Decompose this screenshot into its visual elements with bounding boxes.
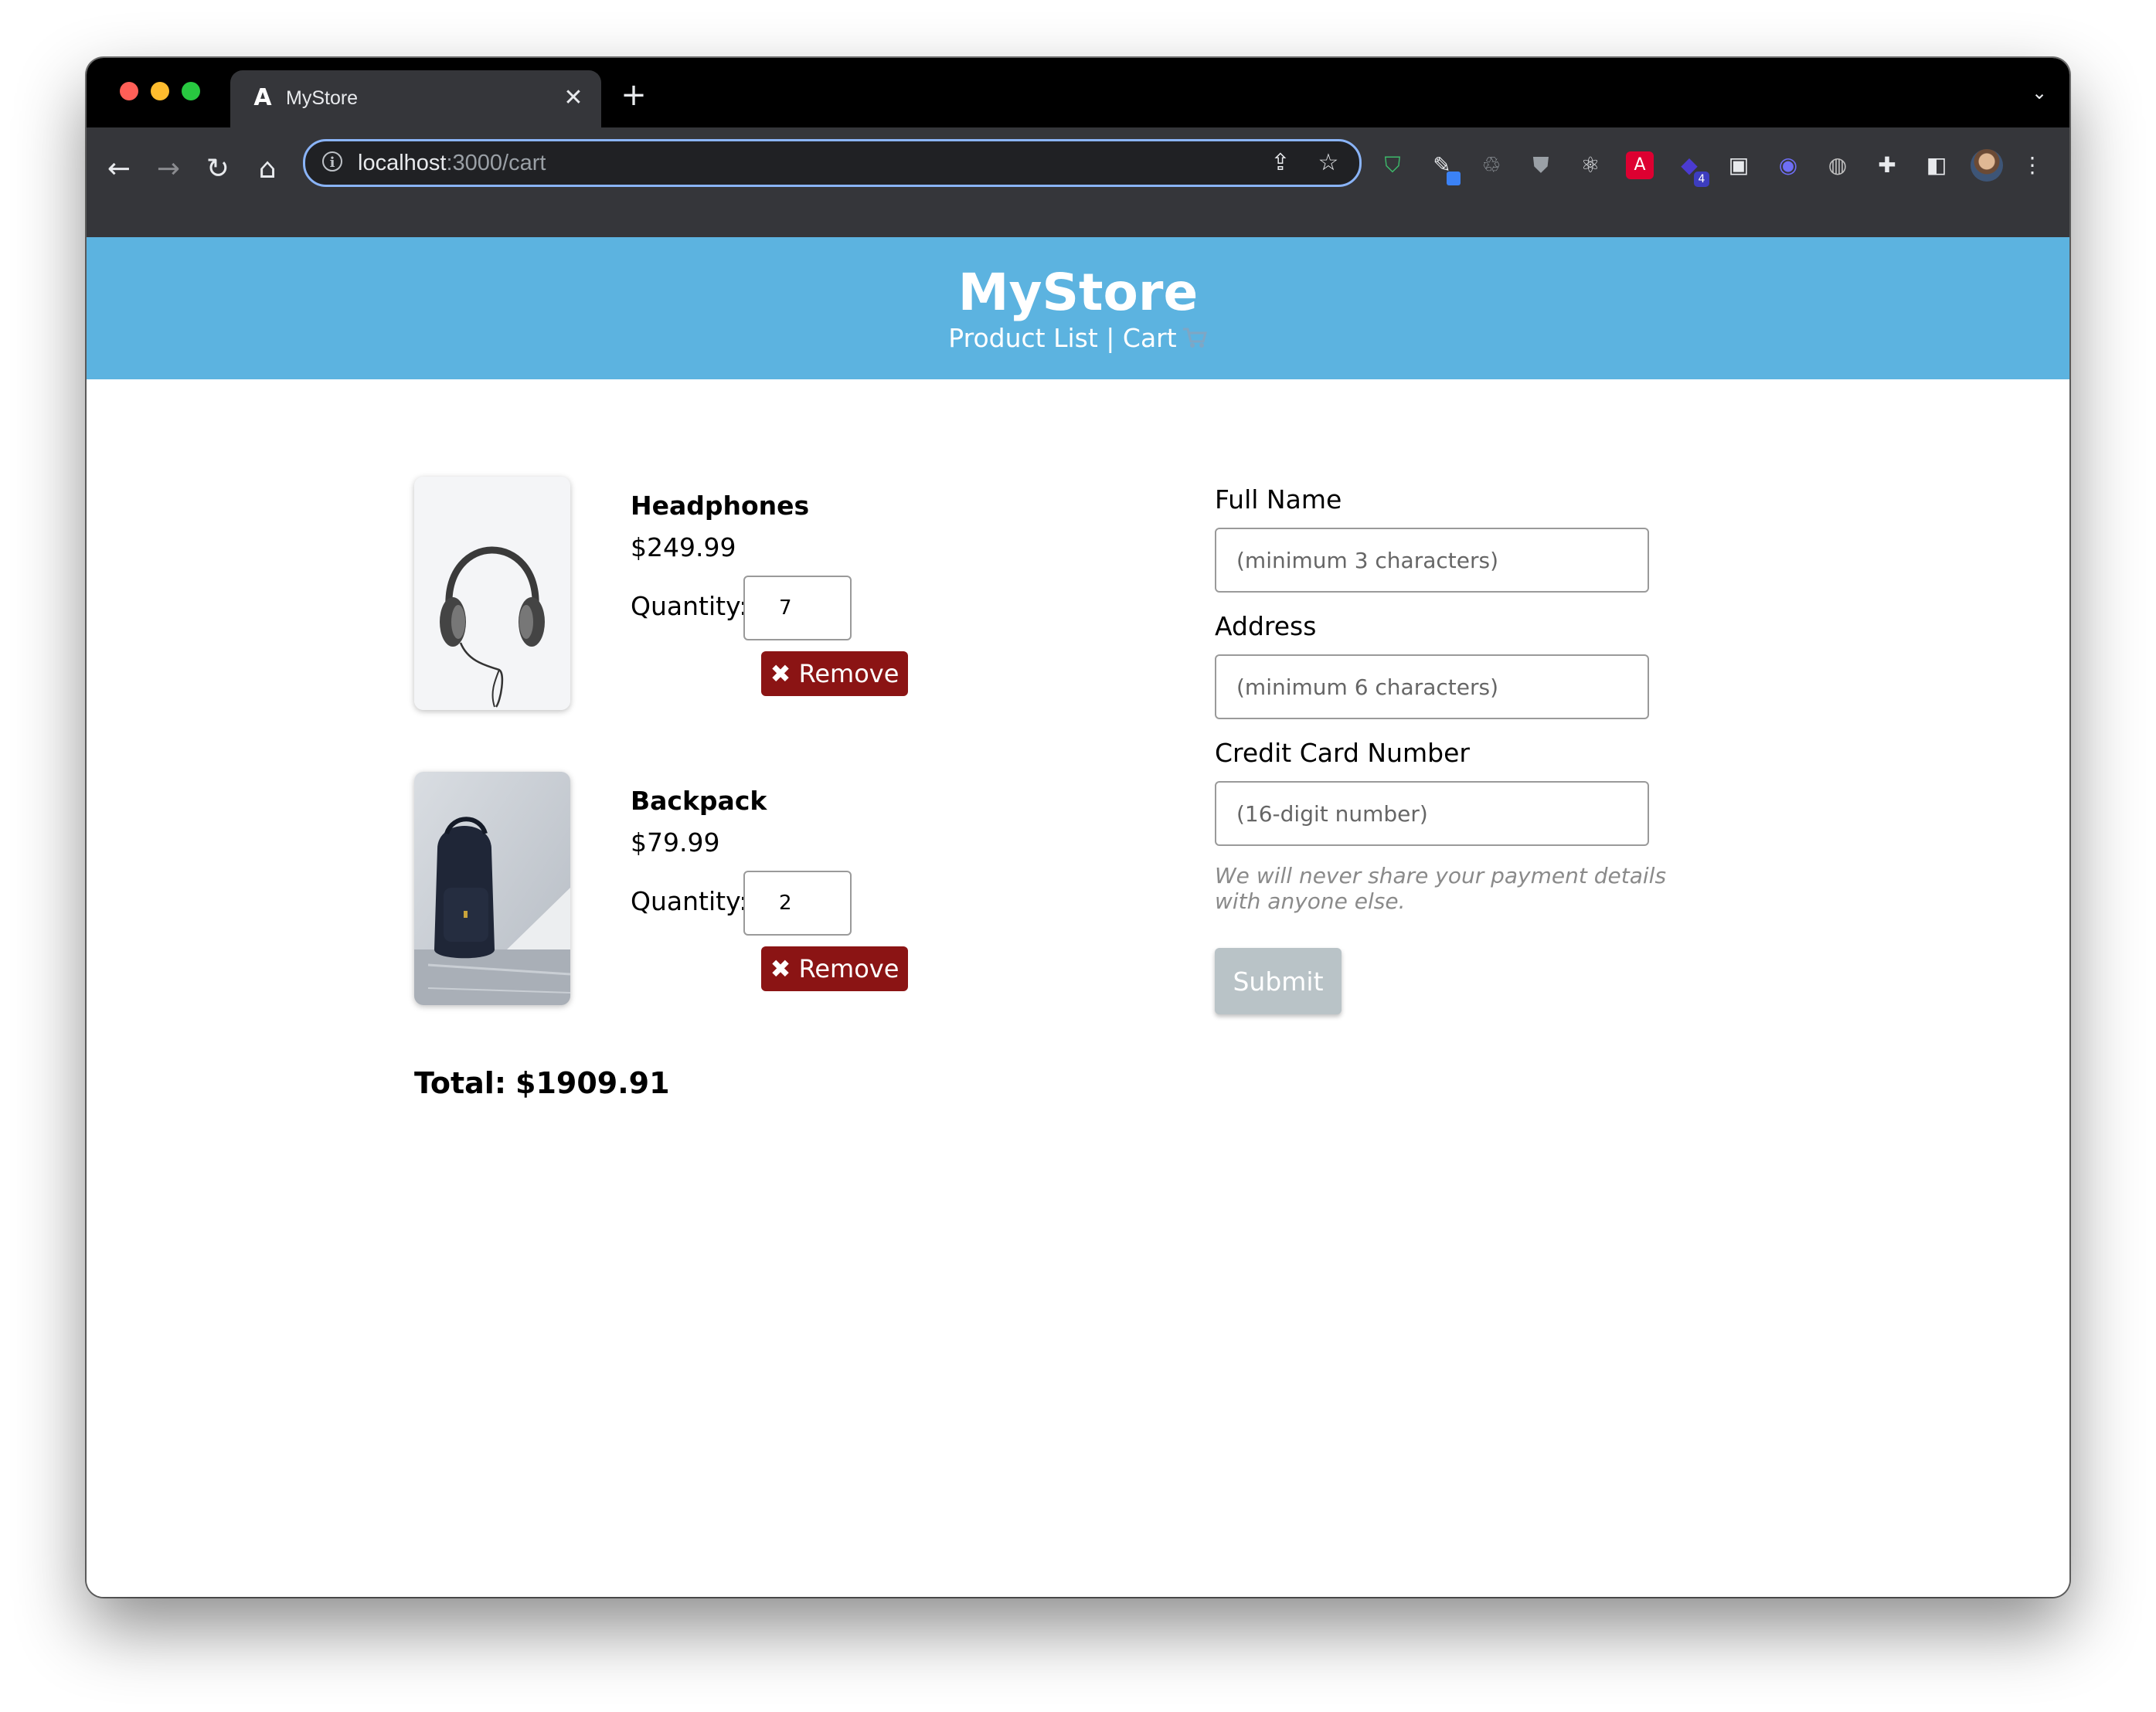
menu-kebab-icon[interactable]: ⋮ bbox=[2018, 151, 2046, 179]
side-panel-icon[interactable]: ◧ bbox=[1923, 151, 1950, 179]
address-input[interactable] bbox=[1215, 654, 1649, 719]
remove-button[interactable]: ✖ Remove bbox=[761, 651, 908, 696]
product-price: $249.99 bbox=[631, 532, 736, 562]
share-icon[interactable]: ⇪ bbox=[1267, 149, 1294, 177]
quantity-input[interactable] bbox=[743, 576, 852, 640]
forward-icon[interactable]: → bbox=[153, 154, 184, 185]
stack-extension-icon[interactable]: ◆ 4 bbox=[1675, 151, 1709, 187]
backpack-image bbox=[414, 772, 570, 1005]
credit-card-input[interactable] bbox=[1215, 781, 1649, 846]
nav-separator: | bbox=[1106, 323, 1115, 353]
total-label: Total: bbox=[414, 1066, 507, 1100]
product-price: $79.99 bbox=[631, 827, 720, 858]
home-icon[interactable]: ⌂ bbox=[252, 154, 283, 185]
remove-button[interactable]: ✖ Remove bbox=[761, 946, 908, 991]
recycle-extension-icon[interactable]: ♲ bbox=[1478, 151, 1505, 179]
profile-avatar[interactable] bbox=[1971, 149, 2003, 182]
quantity-input[interactable] bbox=[743, 871, 852, 936]
bookmark-star-icon[interactable]: ☆ bbox=[1314, 149, 1342, 177]
full-name-label: Full Name bbox=[1215, 484, 1342, 515]
minimize-window-button[interactable] bbox=[151, 82, 169, 100]
remove-label: Remove bbox=[798, 954, 899, 983]
address-label: Address bbox=[1215, 611, 1317, 641]
nav-cart-label: Cart bbox=[1122, 323, 1177, 353]
quantity-label: Quantity: bbox=[631, 886, 748, 916]
tab-mystore[interactable]: A MyStore ✕ bbox=[230, 70, 601, 127]
page-content: MyStore Product List | Cart Headphones $… bbox=[87, 237, 2069, 1597]
color-picker-extension-icon[interactable]: ✎ bbox=[1428, 151, 1461, 185]
quantity-label: Quantity: bbox=[631, 591, 748, 621]
store-nav: Product List | Cart bbox=[87, 322, 2069, 355]
site-info-icon[interactable]: i bbox=[322, 151, 342, 172]
product-name: Backpack bbox=[631, 786, 767, 816]
cart-total: Total: $1909.91 bbox=[414, 1065, 670, 1101]
zoom-window-button[interactable] bbox=[182, 82, 200, 100]
full-name-input[interactable] bbox=[1215, 528, 1649, 593]
extensions-puzzle-icon[interactable]: ✚ bbox=[1873, 151, 1901, 179]
total-value: $1909.91 bbox=[515, 1066, 670, 1100]
new-tab-button[interactable]: + bbox=[618, 80, 649, 110]
shield-extension-icon[interactable]: ⛉ bbox=[1379, 151, 1406, 179]
address-url[interactable]: localhost:3000/cart bbox=[358, 149, 546, 177]
react-devtools-icon[interactable]: ⚛ bbox=[1576, 151, 1604, 179]
remove-label: Remove bbox=[798, 659, 899, 688]
angular-devtools-icon[interactable]: A bbox=[1626, 151, 1654, 179]
window-extension-icon[interactable]: ▣ bbox=[1725, 151, 1753, 179]
nav-cart-link[interactable]: Cart bbox=[1123, 323, 1208, 353]
nav-product-list-link[interactable]: Product List bbox=[948, 323, 1097, 353]
shopping-cart-icon bbox=[1182, 328, 1207, 348]
back-icon[interactable]: ← bbox=[104, 154, 134, 185]
close-window-button[interactable] bbox=[120, 82, 138, 100]
product-name: Headphones bbox=[631, 491, 810, 521]
remove-x-icon: ✖ bbox=[770, 954, 791, 983]
badge-extension-icon[interactable]: ⛊ bbox=[1527, 151, 1555, 179]
browser-window: A MyStore ✕ + ⌄ ← → ↻ ⌂ i localhost:3000… bbox=[87, 58, 2069, 1597]
address-bar[interactable]: i localhost:3000/cart ⇪ ☆ bbox=[303, 139, 1362, 187]
tab-search-chevron-icon[interactable]: ⌄ bbox=[2028, 81, 2051, 104]
store-brand: MyStore bbox=[957, 263, 1199, 322]
backpack-picture bbox=[414, 772, 570, 1005]
tab-close-icon[interactable]: ✕ bbox=[559, 84, 587, 112]
remove-x-icon: ✖ bbox=[770, 659, 791, 688]
angular-icon: A bbox=[253, 84, 272, 111]
globe-extension-icon[interactable]: ◍ bbox=[1824, 151, 1852, 179]
planet-extension-icon[interactable]: ◉ bbox=[1774, 151, 1802, 179]
store-header: MyStore Product List | Cart bbox=[87, 237, 2069, 379]
headphones-picture bbox=[414, 477, 570, 710]
browser-toolbar: ← → ↻ ⌂ i localhost:3000/cart ⇪ ☆ ⛉ ✎ ♲ … bbox=[87, 127, 2069, 237]
submit-button[interactable]: Submit bbox=[1215, 948, 1342, 1014]
payment-privacy-hint: We will never share your payment details… bbox=[1215, 863, 1667, 914]
reload-icon[interactable]: ↻ bbox=[202, 154, 233, 185]
headphones-image bbox=[414, 477, 570, 710]
credit-card-label: Credit Card Number bbox=[1215, 738, 1470, 768]
tab-strip: A MyStore ✕ + ⌄ bbox=[87, 58, 2069, 127]
tab-title: MyStore bbox=[286, 87, 359, 109]
